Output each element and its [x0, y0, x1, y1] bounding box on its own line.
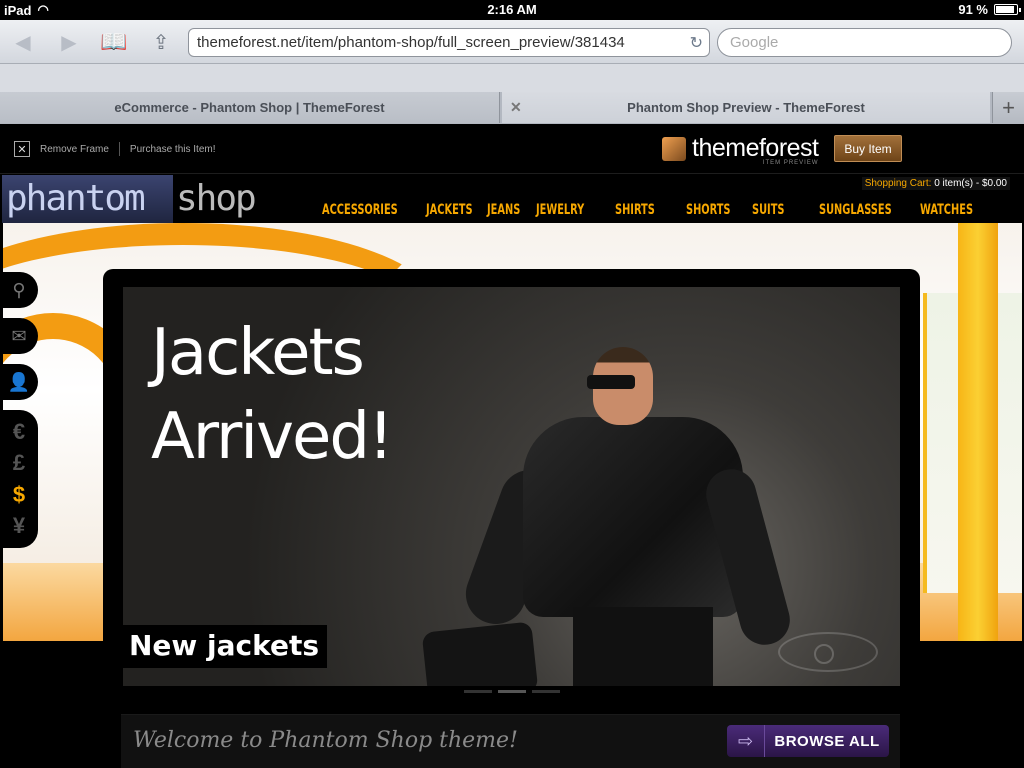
- tab-ecommerce[interactable]: eCommerce - Phantom Shop | ThemeForest: [0, 92, 500, 123]
- menu-item-watches[interactable]: WATCHES: [920, 202, 975, 218]
- currency-yen[interactable]: ¥: [13, 513, 25, 539]
- tab-bar: eCommerce - Phantom Shop | ThemeForest ✕…: [0, 92, 1024, 124]
- slider-dot-active[interactable]: [498, 690, 526, 693]
- currency-euro[interactable]: €: [13, 419, 25, 445]
- sunglasses: [587, 375, 635, 389]
- menu-item-jackets[interactable]: JACKETS: [426, 202, 474, 218]
- bookmarks-bar: [0, 64, 1024, 92]
- battery-icon: [994, 4, 1021, 15]
- buy-item-button[interactable]: Buy Item: [834, 135, 902, 162]
- menu-item-sunglasses[interactable]: SUNGLASSES: [819, 202, 898, 218]
- purchase-link[interactable]: Purchase this Item!: [130, 144, 216, 155]
- arrow-right-icon: ⇨: [727, 725, 765, 757]
- model-photo: [421, 337, 796, 686]
- bookmarks-icon[interactable]: 📖: [99, 28, 129, 56]
- search-input[interactable]: Google: [717, 28, 1012, 57]
- briefcase: [421, 621, 539, 686]
- browse-all-button[interactable]: ⇨ BROWSE ALL: [727, 725, 889, 757]
- main-menu: ACCESSORIES JACKETS JEANS JEWELRY SHIRTS…: [322, 202, 990, 218]
- web-page: ✕ Remove Frame Purchase this Item! theme…: [0, 124, 1024, 768]
- new-tab-button[interactable]: +: [992, 92, 1024, 123]
- themeforest-leaf-icon: [662, 136, 686, 161]
- close-tab-icon[interactable]: ✕: [510, 99, 522, 116]
- tab-label: Phantom Shop Preview - ThemeForest: [627, 100, 865, 115]
- back-icon[interactable]: ◀: [8, 28, 38, 56]
- leather-jacket: [523, 417, 743, 617]
- welcome-bar: Welcome to Phantom Shop theme! ⇨ BROWSE …: [121, 714, 900, 768]
- menu-item-shorts[interactable]: SHORTS: [686, 202, 737, 218]
- currency-switcher: € £ $ ¥: [0, 410, 38, 548]
- currency-pound[interactable]: £: [13, 450, 25, 476]
- battery-percent: 91 %: [958, 2, 988, 17]
- user-icon[interactable]: 👤: [0, 364, 38, 400]
- slider: Jackets Arrived! New jackets: [103, 269, 920, 701]
- menu-item-jewelry[interactable]: JEWELRY: [536, 202, 598, 218]
- status-time: 2:16 AM: [487, 2, 537, 17]
- themeforest-frame-bar: ✕ Remove Frame Purchase this Item! theme…: [0, 124, 1024, 174]
- fish-watermark-icon: [778, 632, 878, 672]
- tab-preview[interactable]: ✕ Phantom Shop Preview - ThemeForest: [502, 92, 990, 123]
- browser-toolbar: ◀ ▶ 📖 ⇪ themeforest.net/item/phantom-sho…: [0, 20, 1024, 64]
- reload-icon[interactable]: ↻: [690, 33, 703, 53]
- logo-shop[interactable]: shop: [176, 175, 257, 223]
- slider-pagination: [464, 690, 560, 693]
- close-frame-icon[interactable]: ✕: [14, 141, 30, 157]
- remove-frame-link[interactable]: Remove Frame: [40, 144, 109, 155]
- logo-phantom[interactable]: phantom: [2, 175, 173, 223]
- address-bar[interactable]: themeforest.net/item/phantom-shop/full_s…: [188, 28, 710, 57]
- menu-item-accessories[interactable]: ACCESSORIES: [322, 202, 403, 218]
- menu-item-suits[interactable]: SUITS: [752, 202, 804, 218]
- menu-item-jeans[interactable]: JEANS: [487, 202, 525, 218]
- site-header: phantom shop Shopping Cart: 0 item(s) - …: [0, 175, 1024, 223]
- share-icon[interactable]: ⇪: [146, 28, 176, 56]
- search-icon[interactable]: ⚲: [0, 272, 38, 308]
- menu-item-shirts[interactable]: SHIRTS: [615, 202, 670, 218]
- slider-dot[interactable]: [464, 690, 492, 693]
- mail-icon[interactable]: ✉: [0, 318, 38, 354]
- url-text: themeforest.net/item/phantom-shop/full_s…: [197, 34, 625, 51]
- ios-status-bar: iPad ◠ 2:16 AM 91 %: [0, 0, 1024, 20]
- side-toolbar: ⚲ ✉ 👤 € £ $ ¥: [0, 272, 38, 548]
- shopping-cart[interactable]: Shopping Cart: 0 item(s) - $0.00: [861, 177, 1010, 190]
- divider: [118, 142, 120, 156]
- currency-dollar[interactable]: $: [13, 482, 25, 508]
- forward-icon[interactable]: ▶: [54, 28, 84, 56]
- slide-caption[interactable]: New jackets: [123, 625, 328, 668]
- slide-jackets[interactable]: Jackets Arrived! New jackets: [123, 287, 900, 686]
- slide-headline: Jackets Arrived!: [151, 316, 394, 474]
- slider-dot[interactable]: [532, 690, 560, 693]
- welcome-text: Welcome to Phantom Shop theme!: [133, 728, 518, 753]
- themeforest-logo[interactable]: themeforest ITEM PREVIEW: [662, 134, 819, 166]
- tab-label: eCommerce - Phantom Shop | ThemeForest: [114, 100, 385, 115]
